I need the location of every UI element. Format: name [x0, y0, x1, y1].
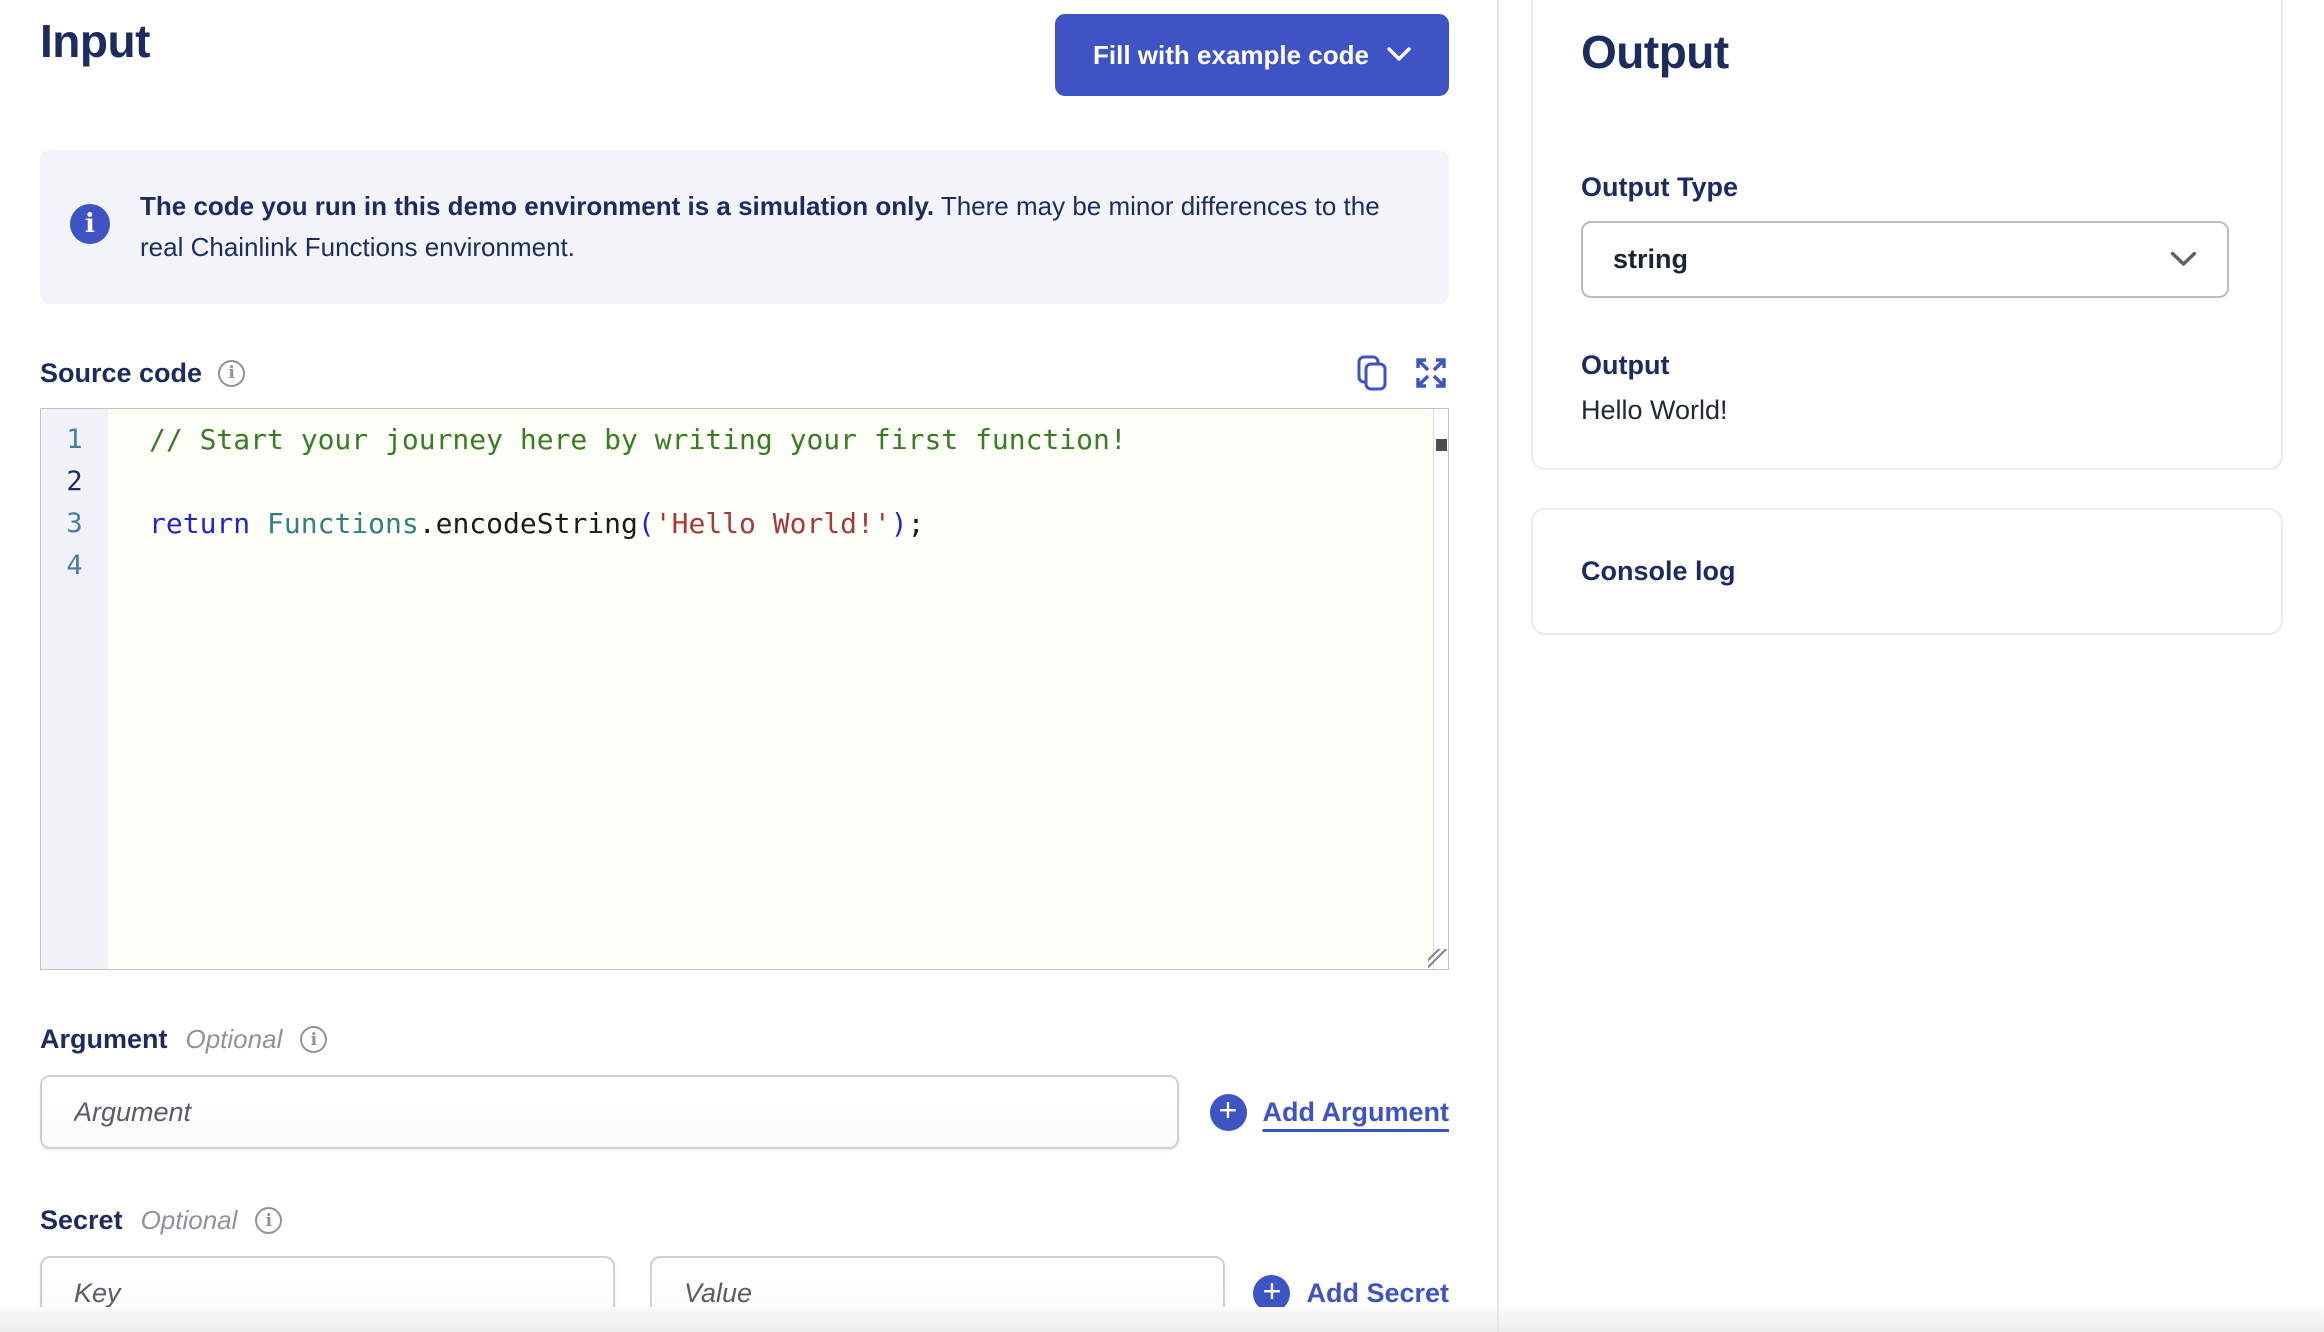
fill-example-code-label: Fill with example code [1093, 39, 1369, 70]
editor-scrollbar-thumb[interactable] [1436, 439, 1447, 451]
chevron-down-icon [1387, 47, 1411, 61]
secret-optional-label: Optional [140, 1205, 238, 1235]
column-divider [1497, 0, 1499, 1332]
page: Input Fill with example code i The code … [0, 0, 2324, 1332]
copy-icon [1357, 355, 1387, 391]
output-value: Hello World! [1581, 395, 1728, 426]
line-number: 2 [66, 466, 83, 497]
argument-optional-label: Optional [185, 1024, 283, 1054]
chevron-down-icon [2170, 251, 2197, 266]
argument-label-row: Argument Optional i [40, 1024, 1449, 1055]
line-number: 4 [66, 550, 83, 581]
output-panel: Output Output Type string Output Hello W… [1499, 0, 2324, 1307]
add-secret-link[interactable]: Add Secret [1306, 1278, 1449, 1309]
secret-label: Secret [40, 1205, 123, 1235]
expand-icon [1416, 358, 1446, 388]
output-type-select[interactable]: string [1581, 221, 2229, 299]
output-type-label: Output Type [1581, 172, 1738, 203]
info-icon: i [70, 204, 110, 244]
output-title: Output [1581, 26, 1729, 78]
editor-gutter: 1 2 3 4 [41, 409, 108, 969]
input-title: Input [40, 15, 150, 67]
secret-info-icon[interactable]: i [255, 1207, 283, 1234]
code-line: return Functions.encodeString('Hello Wor… [149, 507, 925, 540]
code-editor[interactable]: 1 2 3 4 // Start your journey here by writi… [40, 408, 1449, 970]
source-code-label: Source code [40, 357, 203, 388]
secret-label-row: Secret Optional i [40, 1205, 1449, 1236]
fill-example-code-button[interactable]: Fill with example code [1055, 14, 1449, 96]
notice-bold-text: The code you run in this demo environmen… [140, 191, 935, 221]
argument-row: + Add Argument [40, 1075, 1449, 1149]
input-panel: Input Fill with example code i The code … [0, 0, 1497, 1330]
simulation-notice-banner: i The code you run in this demo environm… [40, 150, 1449, 304]
code-line: // Start your journey here by writing yo… [149, 423, 1127, 456]
output-card: Output Output Type string Output Hello W… [1531, 0, 2283, 470]
argument-input[interactable] [40, 1075, 1179, 1149]
argument-label: Argument [40, 1024, 168, 1054]
line-number: 1 [66, 424, 83, 455]
copy-code-button[interactable] [1355, 354, 1389, 392]
source-code-info-icon[interactable]: i [218, 359, 246, 387]
expand-editor-button[interactable] [1413, 355, 1449, 391]
add-secret-plus-icon[interactable]: + [1253, 1274, 1291, 1312]
argument-info-icon[interactable]: i [300, 1026, 328, 1053]
console-log-card: Console log [1531, 508, 2283, 635]
page-bottom-strip [0, 1307, 2324, 1332]
editor-scrollbar[interactable] [1433, 409, 1448, 969]
line-number: 3 [66, 508, 83, 539]
console-log-label: Console log [1581, 556, 1736, 586]
source-code-header: Source code i [40, 354, 1449, 392]
add-argument-plus-icon[interactable]: + [1209, 1093, 1247, 1131]
simulation-notice-text: The code you run in this demo environmen… [140, 186, 1400, 268]
resize-handle-icon[interactable] [1428, 949, 1447, 968]
add-argument-link[interactable]: Add Argument [1263, 1097, 1449, 1128]
input-header: Input Fill with example code [40, 14, 1449, 96]
editor-code-area[interactable]: // Start your journey here by writing yo… [108, 409, 1127, 969]
output-type-value: string [1613, 244, 1689, 275]
output-value-label: Output [1581, 350, 1670, 381]
